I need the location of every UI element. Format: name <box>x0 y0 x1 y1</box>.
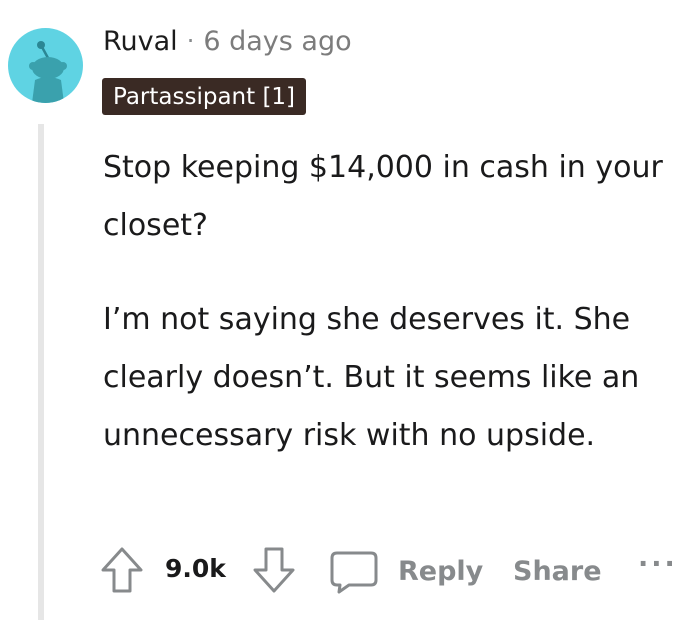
downvote-arrow-icon[interactable] <box>252 546 296 594</box>
vote-score: 9.0k <box>165 554 226 583</box>
avatar[interactable] <box>8 28 83 103</box>
comment-body: Stop keeping $14,000 in cash in your clo… <box>103 139 693 465</box>
thread-line[interactable] <box>38 124 44 620</box>
comment-bubble-icon[interactable] <box>329 550 379 594</box>
reply-button[interactable]: Reply <box>398 556 483 587</box>
comment-header: Ruval · 6 days ago <box>103 23 352 59</box>
user-flair-badge: Partassipant [1] <box>102 78 307 115</box>
comment-paragraph: I’m not saying she deserves it. She clea… <box>103 302 640 453</box>
snoo-avatar-icon <box>29 41 67 103</box>
timestamp[interactable]: 6 days ago <box>203 26 351 57</box>
upvote-arrow-icon[interactable] <box>100 546 144 594</box>
more-options-button[interactable]: ··· <box>638 549 678 580</box>
comment-paragraph: Stop keeping $14,000 in cash in your clo… <box>103 150 663 243</box>
separator-dot: · <box>186 27 195 55</box>
username-link[interactable]: Ruval <box>103 26 178 57</box>
share-button[interactable]: Share <box>513 556 602 587</box>
comment-action-bar: 9.0k Reply Share ··· <box>100 544 695 604</box>
